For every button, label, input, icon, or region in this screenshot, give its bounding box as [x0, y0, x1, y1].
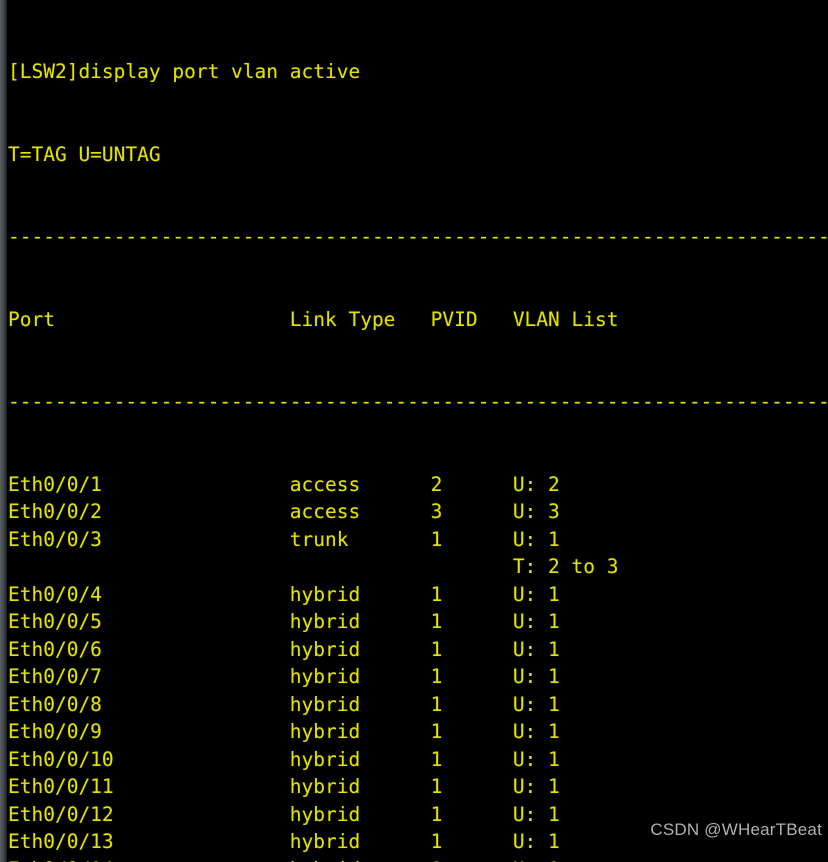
table-row: Eth0/0/3 trunk 1 U: 1 — [8, 527, 560, 551]
table-row: Eth0/0/10 hybrid 1 U: 1 — [8, 747, 560, 771]
table-row-continuation: T: 2 to 3 — [8, 555, 619, 578]
table-row: Eth0/0/2 access 3 U: 3 — [8, 500, 560, 523]
separator-bottom: ----------------------------------------… — [8, 390, 828, 413]
table-row: Eth0/0/4 hybrid 1 U: 1 — [8, 582, 560, 606]
table-row: Eth0/0/11 hybrid 1 U: 1 — [8, 775, 560, 798]
terminal-output[interactable]: [LSW2]display port vlan active T=TAG U=U… — [7, 0, 828, 862]
table-body: Eth0/0/1 access 2 U: 2 Eth0/0/2 access 3 … — [8, 471, 828, 862]
terminal-window: [LSW2]display port vlan active T=TAG U=U… — [0, 0, 828, 862]
window-scrollbar-rail[interactable] — [0, 0, 7, 862]
table-row: Eth0/0/12 hybrid 1 U: 1 — [8, 802, 560, 826]
table-row: Eth0/0/6 hybrid 1 U: 1 — [8, 637, 560, 661]
table-row: Eth0/0/13 hybrid 1 U: 1 — [8, 830, 560, 853]
legend-line: T=TAG U=UNTAG — [8, 142, 161, 166]
table-row: Eth0/0/9 hybrid 1 U: 1 — [8, 720, 560, 743]
separator-top: ----------------------------------------… — [8, 225, 828, 248]
table-row: Eth0/0/5 hybrid 1 U: 1 — [8, 610, 560, 633]
table-row: Eth0/0/1 access 2 U: 2 — [8, 472, 560, 496]
table-header-row: Port Link Type PVID VLAN List — [8, 307, 619, 331]
command-prompt-line: [LSW2]display port vlan active — [8, 60, 361, 83]
table-row: Eth0/0/14 hybrid 1 U: 1 — [8, 856, 828, 862]
table-row: Eth0/0/8 hybrid 1 U: 1 — [8, 692, 560, 716]
table-row: Eth0/0/7 hybrid 1 U: 1 — [8, 665, 560, 688]
